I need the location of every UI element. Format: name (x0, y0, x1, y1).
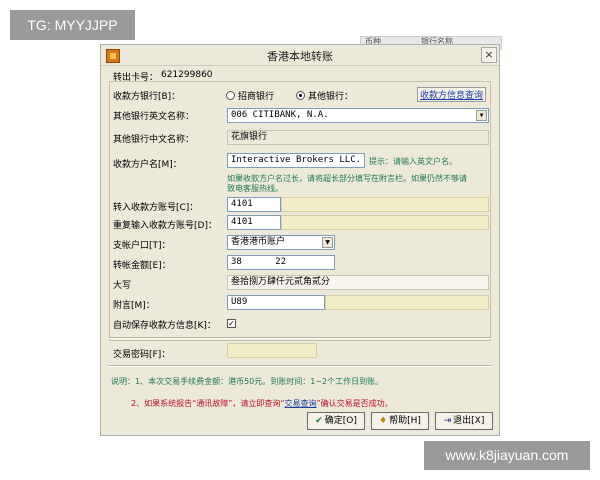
payee-info-query-button[interactable]: 收款方信息查询 (417, 87, 487, 102)
other-bank-en-label: 其他银行英文名称： (113, 112, 195, 122)
autosave-label: 自动保存收款方信息[K]： (113, 321, 216, 331)
transfer-dialog: 香港本地转账 × 转出卡号： 621299860 收款方银行[B]： 招商银行 … (100, 44, 500, 436)
radio-other-bank[interactable] (296, 91, 305, 100)
exit-icon: ⇥ (443, 416, 452, 426)
watermark-bottom-right: www.k8jiayuan.com (424, 441, 590, 470)
password-input[interactable] (227, 343, 317, 358)
radio-cmb-label[interactable]: 招商银行 (238, 89, 274, 102)
note-line-2-prefix: 2、如果系统报告“通讯故障”，请立即查询“ (131, 399, 285, 408)
ok-button-label: 确定[O] (324, 416, 357, 426)
account-input[interactable]: 4101 (227, 197, 281, 212)
payee-name-input[interactable]: Interactive Brokers LLC. (227, 153, 365, 168)
other-bank-en-value: 006 CITIBANK, N.A. (231, 110, 329, 120)
note-line-2-suffix: ”确认交易是否成功。 (316, 399, 393, 408)
close-button[interactable]: × (481, 47, 497, 63)
remark-label: 附言[M]： (113, 301, 155, 311)
uppercase-amount: 叁拾捌万肆仟元贰角贰分 (227, 275, 489, 290)
help-button-label: 帮助[H] (389, 416, 421, 426)
debit-account-value: 香港港币账户 (231, 237, 286, 247)
payee-bank-label: 收款方银行[B]： (113, 92, 181, 102)
help-icon: ♦ (379, 416, 388, 426)
help-button[interactable]: ♦ 帮助[H] (371, 412, 429, 430)
divider (109, 337, 491, 339)
radio-other-bank-label[interactable]: 其他银行： (308, 89, 353, 102)
dialog-titlebar[interactable]: 香港本地转账 × (101, 45, 499, 66)
account-confirm-input[interactable]: 4101 (227, 215, 281, 230)
autosave-checkbox[interactable]: ✓ (227, 319, 236, 328)
exit-button[interactable]: ⇥ 退出[X] (435, 412, 493, 430)
chevron-down-icon[interactable]: ▼ (322, 237, 333, 248)
chevron-down-icon[interactable]: ▼ (476, 110, 487, 121)
card-number: 621299860 (161, 70, 213, 80)
other-bank-cn-label: 其他银行中文名称： (113, 135, 195, 145)
amount-input[interactable]: 38 22 (227, 255, 335, 270)
divider (109, 365, 491, 367)
uppercase-label: 大写 (113, 281, 132, 291)
payee-name-tip: 提示：请输入英文户名。 (369, 157, 457, 166)
exit-button-label: 退出[X] (453, 416, 485, 426)
radio-cmb[interactable] (226, 91, 235, 100)
other-bank-cn-field: 花旗银行 (227, 130, 489, 145)
ok-button[interactable]: ✔ 确定[O] (307, 412, 365, 430)
password-label: 交易密码[F]： (113, 350, 171, 360)
note-line-2: 2、如果系统报告“通讯故障”，请立即查询“交易查询”确认交易是否成功。 (131, 391, 393, 410)
dialog-title: 香港本地转账 (267, 50, 333, 63)
transaction-query-link[interactable]: 交易查询 (285, 399, 317, 408)
account-input-masked[interactable] (281, 197, 489, 212)
payee-name-label: 收款方户名[M]： (113, 160, 182, 170)
other-bank-en-select[interactable]: 006 CITIBANK, N.A. ▼ (227, 108, 489, 123)
debit-account-select[interactable]: 香港港币账户 ▼ (227, 235, 335, 250)
account-confirm-label: 重复输入收款方账号[D]： (113, 221, 217, 231)
remark-input[interactable]: U89 (227, 295, 325, 310)
watermark-top-left: TG: MYYJJPP (10, 10, 135, 40)
account-confirm-input-masked[interactable] (281, 215, 489, 230)
amount-part-2: 22 (275, 257, 287, 267)
account-label: 转入收款方账号[C]： (113, 203, 199, 213)
amount-part-1: 38 (231, 257, 242, 267)
amount-label: 转帐金额[E]： (113, 261, 171, 271)
long-name-tip-line2: 致电客服热线。 (227, 184, 283, 193)
note-line-1: 说明：1、本次交易手续费金额：港币50元。到账时间：1~2个工作日到账。 (111, 377, 384, 386)
check-icon: ✔ (315, 416, 323, 426)
remark-input-masked[interactable] (325, 295, 489, 310)
debit-account-label: 支帐户口[T]： (113, 241, 171, 251)
